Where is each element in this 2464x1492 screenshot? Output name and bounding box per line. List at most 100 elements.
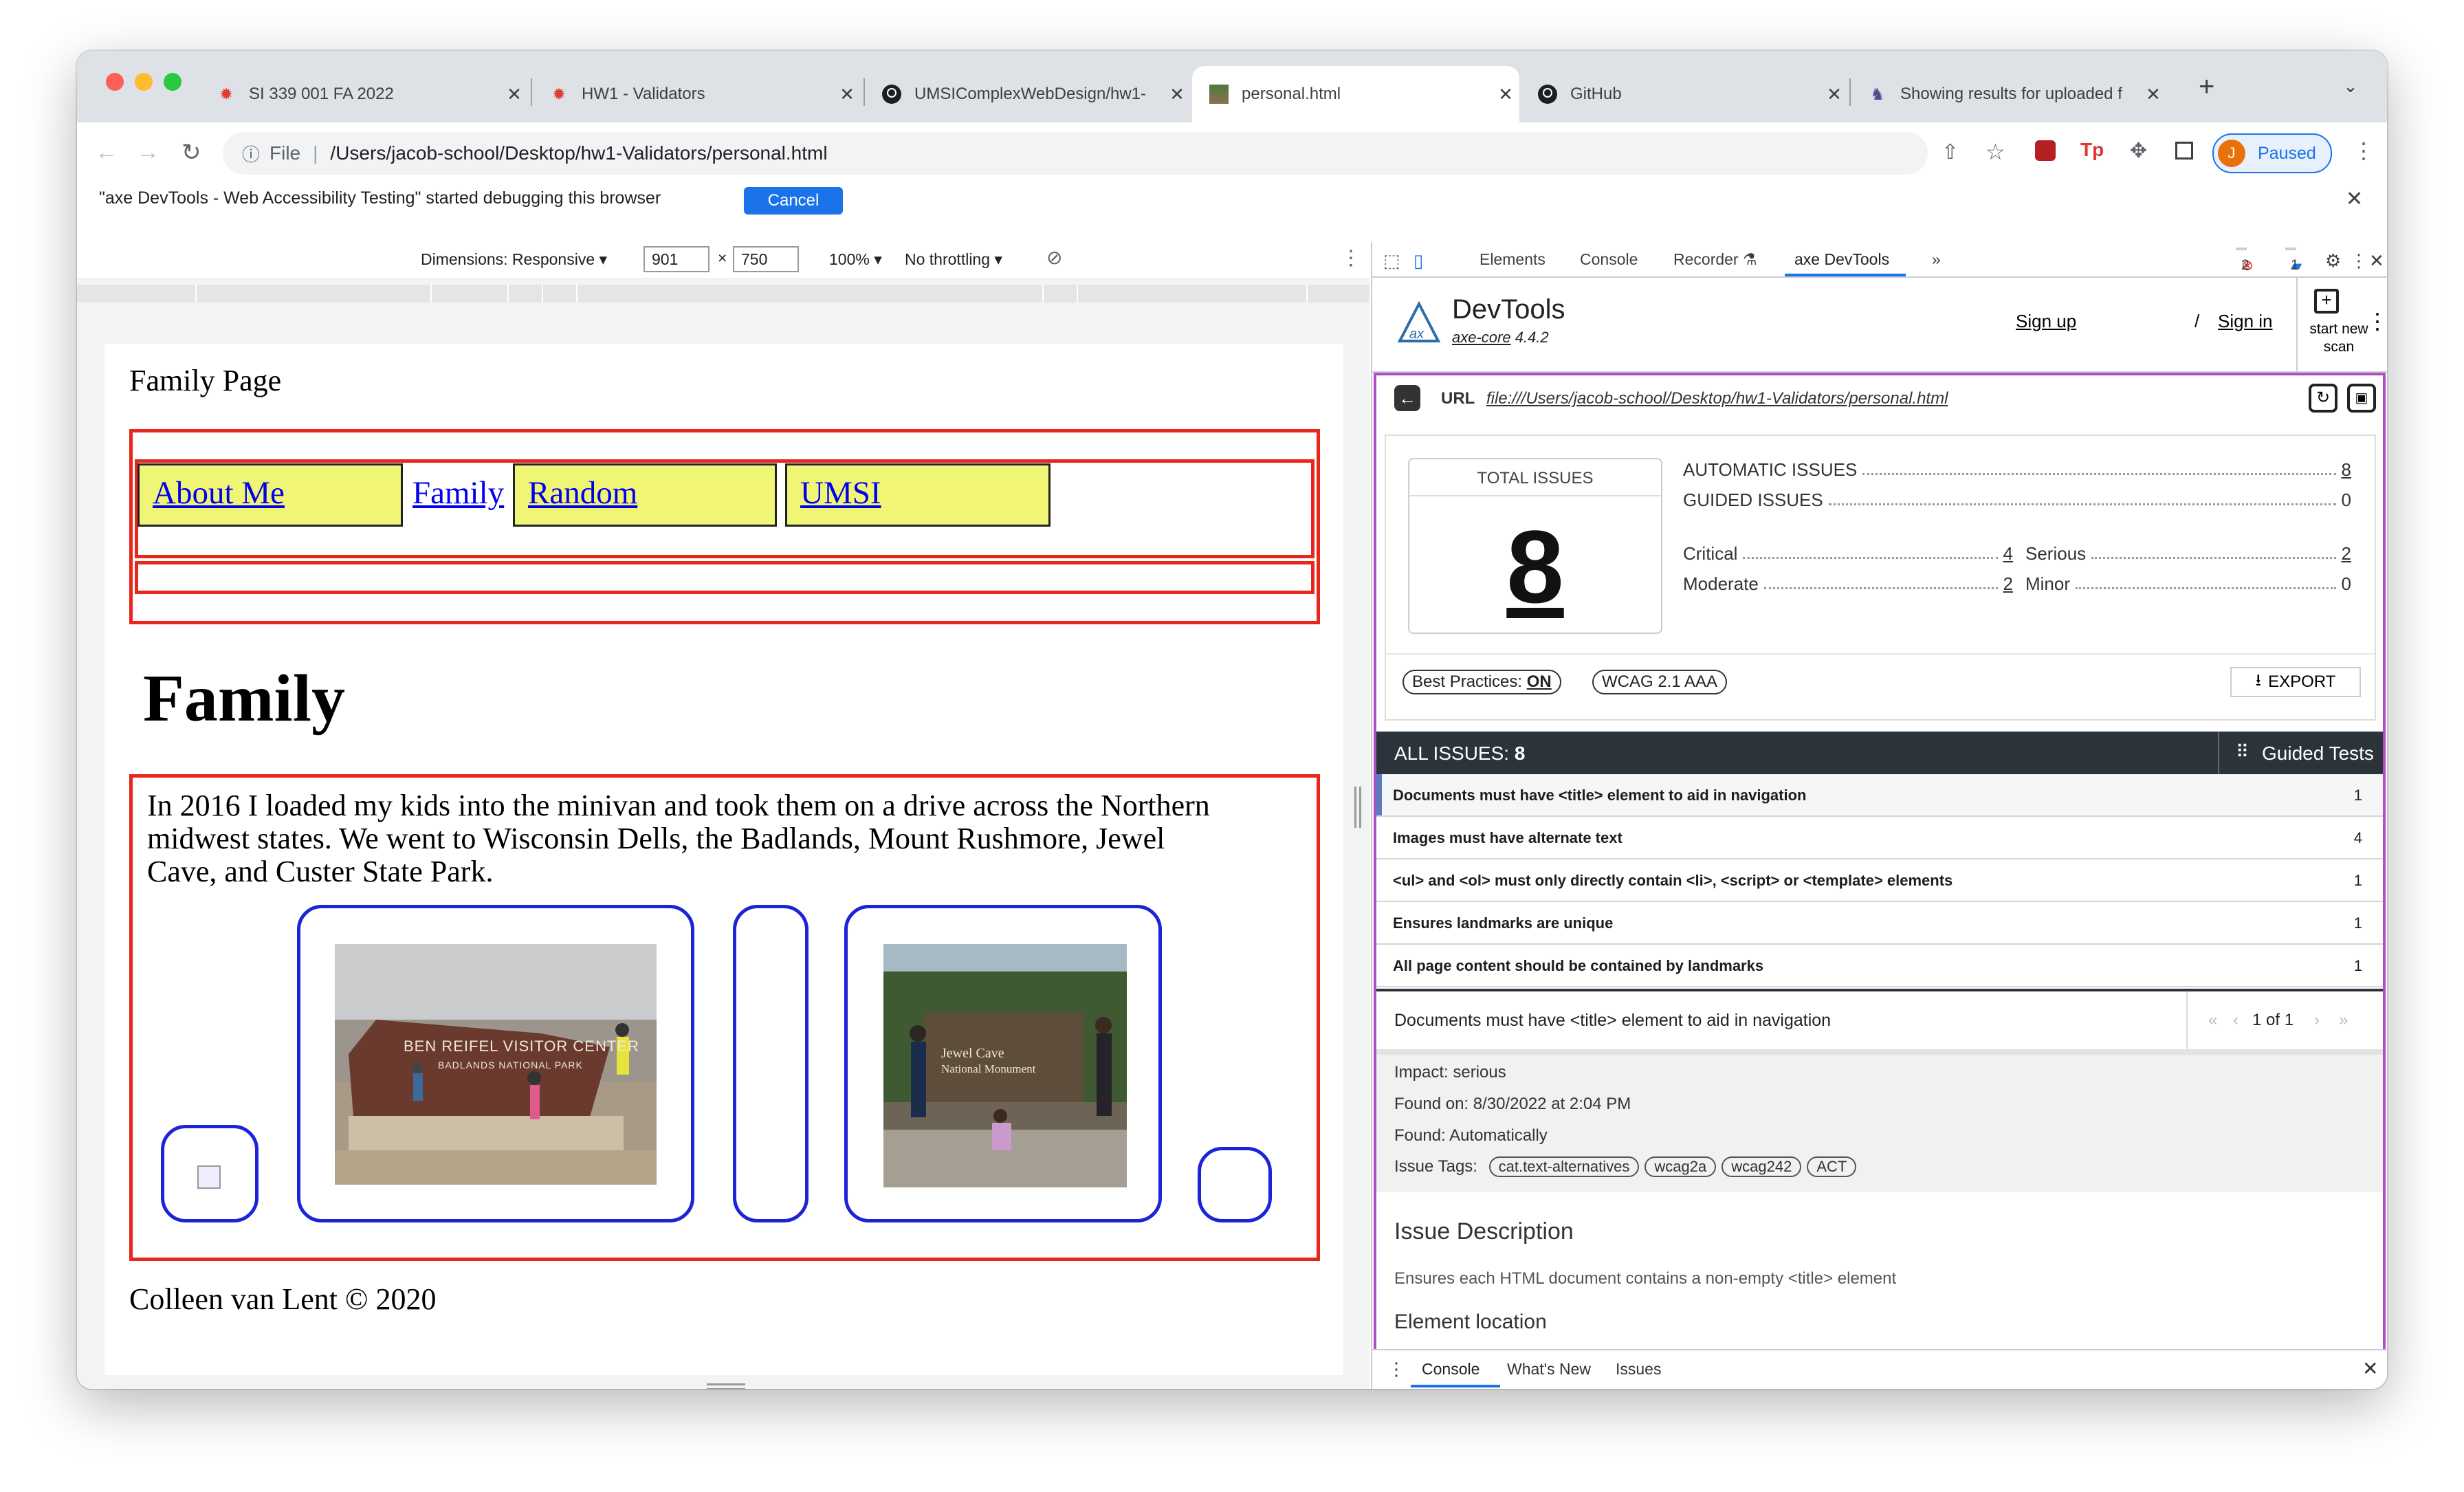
axe-menu-icon[interactable]: ⋮ — [2366, 308, 2387, 334]
close-infobar-icon[interactable]: ✕ — [2346, 187, 2363, 211]
guided-issues-row: GUIDED ISSUES 0 — [1683, 490, 2351, 510]
tp-extension-icon[interactable]: Tp — [2080, 139, 2104, 161]
ublock-icon[interactable] — [2035, 140, 2056, 161]
message-count-badge[interactable]: ▰ 1 — [2285, 248, 2302, 274]
prev-page-icon[interactable]: ‹ — [2233, 1011, 2238, 1030]
download-icon: ⭳ — [2255, 670, 2262, 690]
drawer-menu-icon[interactable]: ⋮ — [1387, 1359, 1405, 1380]
drawer-tab-whats-new[interactable]: What's New — [1507, 1360, 1591, 1379]
minimize-window-button[interactable] — [135, 73, 153, 91]
all-issues-label: ALL ISSUES: 8 — [1394, 743, 1526, 764]
critical-count[interactable]: 4 — [2003, 543, 2013, 564]
tab-recorder[interactable]: Recorder ⚗ — [1673, 250, 1757, 269]
zoom-dropdown[interactable]: 100% ▾ — [829, 250, 882, 269]
device-toggle-icon[interactable]: ▯ — [1414, 250, 1423, 272]
issue-row-list[interactable]: <ul> and <ol> must only directly contain… — [1376, 859, 2383, 902]
close-tab-icon[interactable]: ✕ — [500, 84, 528, 105]
close-tab-icon[interactable]: ✕ — [1492, 84, 1519, 105]
tab-github[interactable]: GitHub ✕ — [1521, 66, 1848, 122]
critical-row: Critical 4 — [1683, 543, 2013, 564]
tab-elements[interactable]: Elements — [1480, 250, 1546, 269]
width-input[interactable]: 901 — [644, 246, 710, 272]
new-tab-button[interactable]: + — [2199, 72, 2214, 102]
wcag-level-selector[interactable]: WCAG 2.1 AAA — [1592, 670, 1728, 694]
back-arrow-icon[interactable]: ← — [95, 139, 118, 166]
tab-si339[interactable]: ✹ SI 339 001 FA 2022 ✕ — [199, 66, 528, 122]
issue-row-region[interactable]: All page content should be contained by … — [1376, 945, 2383, 987]
section-title: Family — [143, 661, 345, 736]
inspect-element-icon[interactable]: ⬚ — [1383, 250, 1400, 272]
scanned-url[interactable]: file:///Users/jacob-school/Desktop/hw1-V… — [1486, 389, 1948, 408]
minor-row: Minor 0 — [2025, 573, 2351, 594]
moderate-count[interactable]: 2 — [2003, 573, 2013, 595]
tab-github-repo[interactable]: UMSIComplexWebDesign/hw1- ✕ — [865, 66, 1191, 122]
close-drawer-icon[interactable]: ✕ — [2362, 1357, 2378, 1380]
guided-issues-count: 0 — [2341, 490, 2351, 510]
info-icon[interactable]: ⓘ — [242, 141, 260, 166]
debug-banner-text: "axe DevTools - Web Accessibility Testin… — [99, 188, 661, 208]
tab-personal-html[interactable]: personal.html ✕ — [1192, 66, 1519, 122]
browser-menu-icon[interactable]: ⋮ — [2353, 138, 2375, 164]
save-icon[interactable]: ▣ — [2347, 384, 2376, 413]
best-practices-toggle[interactable]: Best Practices: ON — [1402, 670, 1561, 694]
extensions-puzzle-icon[interactable]: ✥ — [2130, 139, 2147, 163]
address-bar[interactable]: ⓘ File | /Users/jacob-school/Desktop/hw1… — [223, 132, 1928, 175]
issue-row-landmark-unique[interactable]: Ensures landmarks are unique 1 — [1376, 902, 2383, 945]
devtools-menu-icon[interactable]: ⋮ — [2350, 250, 2368, 272]
export-button[interactable]: ⭳ EXPORT — [2230, 667, 2361, 697]
close-tab-icon[interactable]: ✕ — [1820, 84, 1848, 105]
guided-tests-button[interactable]: ⠿ Guided Tests — [2218, 732, 2384, 774]
close-tab-icon[interactable]: ✕ — [833, 84, 861, 105]
height-input[interactable]: 750 — [733, 246, 799, 272]
drawer-tab-issues[interactable]: Issues — [1616, 1360, 1661, 1379]
drawer-tab-console[interactable]: Console — [1422, 1360, 1480, 1379]
more-tabs-chevron-icon[interactable]: » — [1932, 250, 1941, 269]
close-tab-icon[interactable]: ✕ — [1163, 84, 1191, 105]
reload-icon[interactable]: ↻ — [182, 139, 201, 166]
axe-core-link[interactable]: axe-core — [1452, 329, 1511, 346]
nav-link-random[interactable]: Random — [528, 474, 637, 512]
rotate-icon[interactable]: ⊘ — [1046, 246, 1062, 269]
media-query-ruler[interactable] — [77, 285, 1371, 303]
settings-gear-icon[interactable]: ⚙ — [2325, 250, 2341, 272]
first-page-icon[interactable]: « — [2208, 1011, 2217, 1030]
canvas-icon: ✹ — [551, 85, 566, 104]
bookmark-star-icon[interactable]: ☆ — [1986, 139, 2005, 165]
close-devtools-icon[interactable]: ✕ — [2369, 250, 2384, 272]
back-arrow-icon[interactable]: ← — [1394, 385, 1420, 411]
sign-up-link[interactable]: Sign up — [2016, 311, 2076, 332]
profile-paused-button[interactable]: J Paused — [2212, 133, 2332, 173]
device-options-menu-icon[interactable]: ⋮ — [1341, 246, 1361, 270]
tab-axe-devtools[interactable]: axe DevTools — [1794, 250, 1889, 269]
forward-arrow-icon[interactable]: → — [136, 139, 160, 166]
nav-link-about-me[interactable]: About Me — [153, 474, 285, 512]
nav-link-umsi[interactable]: UMSI — [800, 474, 881, 512]
error-count-badge[interactable]: ⊗ 2 — [2236, 248, 2254, 274]
close-tab-icon[interactable]: ✕ — [2140, 84, 2167, 105]
device-toolbar: Dimensions: Responsive ▾ 901 × 750 100% … — [77, 242, 1370, 278]
total-issues-count[interactable]: 8 — [1409, 507, 1661, 626]
dimensions-dropdown[interactable]: Dimensions: Responsive ▾ — [421, 250, 607, 269]
zoom-window-button[interactable] — [164, 73, 182, 91]
issue-row-image-alt[interactable]: Images must have alternate text 4 — [1376, 817, 2383, 859]
serious-count[interactable]: 2 — [2342, 543, 2351, 564]
nav-link-family[interactable]: Family — [412, 474, 504, 512]
cancel-debug-button[interactable]: Cancel — [744, 187, 843, 215]
sign-in-link[interactable]: Sign in — [2218, 311, 2273, 332]
issue-row-document-title[interactable]: Documents must have <title> element to a… — [1376, 774, 2383, 817]
start-new-scan-button[interactable]: + start new scan — [2298, 278, 2368, 371]
resize-handle[interactable] — [707, 1383, 745, 1389]
close-window-button[interactable] — [106, 73, 124, 91]
rescan-icon[interactable]: ↻ — [2309, 384, 2338, 413]
throttle-dropdown[interactable]: No throttling ▾ — [905, 250, 1002, 269]
tab-hw1[interactable]: ✹ HW1 - Validators ✕ — [532, 66, 861, 122]
split-pane-handle[interactable] — [1354, 787, 1361, 828]
tab-search-chevron-icon[interactable]: ⌄ — [2343, 76, 2358, 97]
automatic-issues-count[interactable]: 8 — [2342, 459, 2351, 481]
last-page-icon[interactable]: » — [2339, 1011, 2348, 1030]
tab-wave-results[interactable]: ♞ Showing results for uploaded f ✕ — [1851, 66, 2167, 122]
share-icon[interactable]: ⇧ — [1942, 140, 1959, 164]
tab-console[interactable]: Console — [1580, 250, 1638, 269]
next-page-icon[interactable]: › — [2314, 1011, 2320, 1030]
side-panel-icon[interactable] — [2175, 142, 2193, 160]
